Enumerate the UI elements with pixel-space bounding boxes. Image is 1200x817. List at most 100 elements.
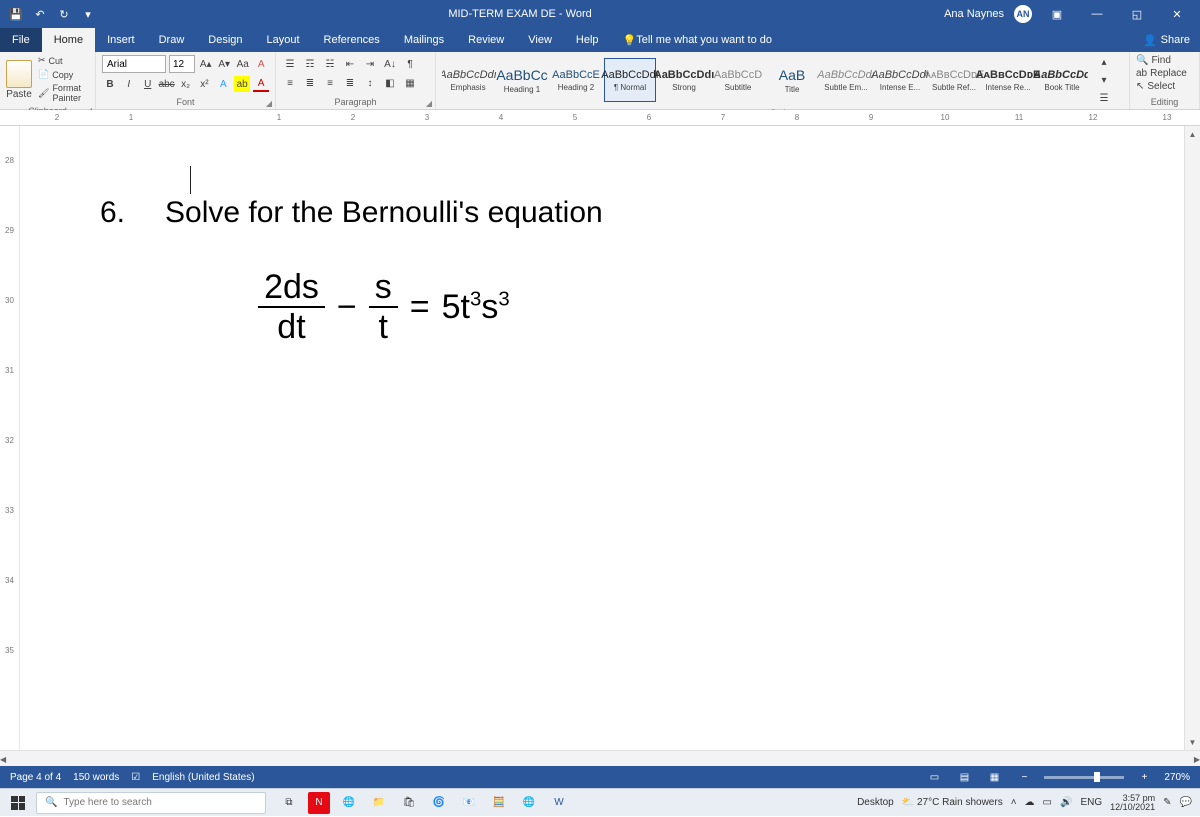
tab-mailings[interactable]: Mailings bbox=[392, 28, 456, 52]
styles-expand[interactable]: ☰ bbox=[1096, 90, 1112, 106]
redo-icon[interactable]: ↻ bbox=[56, 6, 72, 22]
taskbar-search[interactable]: 🔍 Type here to search bbox=[36, 792, 266, 814]
onedrive-icon[interactable]: ☁ bbox=[1025, 797, 1035, 808]
close-icon[interactable]: ✕ bbox=[1162, 0, 1192, 28]
highlight-button[interactable]: ab bbox=[234, 76, 250, 92]
tab-home[interactable]: Home bbox=[42, 28, 95, 52]
qat-customize-icon[interactable]: ▾ bbox=[80, 6, 96, 22]
ribbon-display-options-icon[interactable]: ▣ bbox=[1042, 0, 1072, 28]
taskbar-chrome-icon[interactable]: 🌐 bbox=[338, 792, 360, 814]
font-name-input[interactable] bbox=[102, 55, 166, 73]
vertical-scrollbar[interactable]: ▲ ▼ bbox=[1184, 126, 1200, 750]
taskbar-app-2[interactable]: 📧 bbox=[458, 792, 480, 814]
taskbar-edge-icon[interactable]: 🌀 bbox=[428, 792, 450, 814]
spellcheck-icon[interactable]: ☑ bbox=[131, 772, 140, 783]
grow-font-button[interactable]: A▴ bbox=[198, 56, 214, 72]
notifications-icon[interactable]: 💬 bbox=[1180, 797, 1192, 808]
tab-file[interactable]: File bbox=[0, 28, 42, 52]
taskbar-store-icon[interactable]: 🛍 bbox=[398, 792, 420, 814]
borders-button[interactable]: ▦ bbox=[402, 75, 418, 91]
decrease-indent-button[interactable]: ⇤ bbox=[342, 56, 358, 72]
style-subtitle[interactable]: AaBbCcDSubtitle bbox=[712, 58, 764, 102]
web-layout-button[interactable]: ▦ bbox=[984, 768, 1004, 786]
text-effects-button[interactable]: A bbox=[215, 76, 231, 92]
zoom-out-button[interactable]: − bbox=[1014, 768, 1034, 786]
task-view-button[interactable]: ⧉ bbox=[278, 792, 300, 814]
clear-formatting-button[interactable]: A bbox=[254, 56, 270, 72]
superscript-button[interactable]: x² bbox=[197, 76, 213, 92]
print-layout-button[interactable]: ▤ bbox=[954, 768, 974, 786]
style-title[interactable]: AaBTitle bbox=[766, 58, 818, 102]
justify-button[interactable]: ≣ bbox=[342, 75, 358, 91]
show-paragraph-marks-button[interactable]: ¶ bbox=[402, 56, 418, 72]
taskbar-app-1[interactable]: N bbox=[308, 792, 330, 814]
shading-button[interactable]: ◧ bbox=[382, 75, 398, 91]
style-book-title[interactable]: AaBbCcDdBook Title bbox=[1036, 58, 1088, 102]
sort-button[interactable]: A↓ bbox=[382, 56, 398, 72]
style-heading-2[interactable]: AaBbCcEHeading 2 bbox=[550, 58, 602, 102]
tab-help[interactable]: Help bbox=[564, 28, 611, 52]
style-subtle-ref-[interactable]: AᴀBʙCᴄDᴅESubtle Ref... bbox=[928, 58, 980, 102]
style--normal[interactable]: AaBbCcDdı¶ Normal bbox=[604, 58, 656, 102]
shrink-font-button[interactable]: A▾ bbox=[217, 56, 233, 72]
taskbar-chrome2-icon[interactable]: 🌐 bbox=[518, 792, 540, 814]
share-button[interactable]: 👤Share bbox=[1133, 28, 1200, 52]
tab-review[interactable]: Review bbox=[456, 28, 516, 52]
tab-design[interactable]: Design bbox=[196, 28, 254, 52]
zoom-level[interactable]: 270% bbox=[1164, 772, 1190, 783]
tab-view[interactable]: View bbox=[516, 28, 564, 52]
align-center-button[interactable]: ≣ bbox=[302, 75, 318, 91]
scroll-right-icon[interactable]: ▶ bbox=[1194, 751, 1200, 767]
horizontal-scrollbar[interactable]: ◀ ▶ bbox=[0, 750, 1200, 766]
scroll-down-icon[interactable]: ▼ bbox=[1185, 734, 1200, 750]
undo-icon[interactable]: ↶ bbox=[32, 6, 48, 22]
font-size-input[interactable] bbox=[169, 55, 195, 73]
start-button[interactable] bbox=[0, 789, 36, 817]
format-painter-button[interactable]: 🖌Format Painter bbox=[36, 82, 89, 104]
copy-button[interactable]: 📄Copy bbox=[36, 68, 89, 81]
weather-widget[interactable]: ⛅ 27°C Rain showers bbox=[902, 797, 1003, 808]
find-button[interactable]: 🔍Find bbox=[1136, 55, 1187, 66]
underline-button[interactable]: U bbox=[140, 76, 156, 92]
user-avatar[interactable]: AN bbox=[1014, 5, 1032, 23]
horizontal-ruler[interactable]: 211234567891011121314 bbox=[0, 110, 1200, 126]
replace-button[interactable]: abReplace bbox=[1136, 68, 1187, 79]
multilevel-list-button[interactable]: ☵ bbox=[322, 56, 338, 72]
zoom-slider[interactable] bbox=[1044, 776, 1124, 779]
increase-indent-button[interactable]: ⇥ bbox=[362, 56, 378, 72]
language-tray[interactable]: ENG bbox=[1080, 797, 1102, 808]
change-case-button[interactable]: Aa bbox=[235, 56, 251, 72]
line-spacing-button[interactable]: ↕ bbox=[362, 75, 378, 91]
page-indicator[interactable]: Page 4 of 4 bbox=[10, 772, 61, 783]
volume-icon[interactable]: 🔊 bbox=[1060, 797, 1072, 808]
style-intense-re-[interactable]: AᴀBʙCᴄDᴅEIntense Re... bbox=[982, 58, 1034, 102]
vertical-ruler[interactable]: 2829303132333435 bbox=[0, 126, 20, 750]
styles-scroll-down[interactable]: ▾ bbox=[1096, 72, 1112, 88]
numbering-button[interactable]: ☶ bbox=[302, 56, 318, 72]
word-count[interactable]: 150 words bbox=[73, 772, 119, 783]
align-left-button[interactable]: ≡ bbox=[282, 75, 298, 91]
taskbar-clock[interactable]: 3:57 pm 12/10/2021 bbox=[1110, 794, 1155, 812]
tab-insert[interactable]: Insert bbox=[95, 28, 147, 52]
styles-scroll-up[interactable]: ▴ bbox=[1096, 54, 1112, 70]
align-right-button[interactable]: ≡ bbox=[322, 75, 338, 91]
style-subtle-em-[interactable]: AaBbCcDdıSubtle Em... bbox=[820, 58, 872, 102]
cut-button[interactable]: ✂Cut bbox=[36, 54, 89, 67]
bold-button[interactable]: B bbox=[102, 76, 118, 92]
style-strong[interactable]: AaBbCcDdıStrong bbox=[658, 58, 710, 102]
battery-icon[interactable]: ▭ bbox=[1043, 797, 1052, 808]
select-button[interactable]: ↖Select bbox=[1136, 81, 1187, 92]
tell-me-search[interactable]: 💡 Tell me what you want to do bbox=[611, 28, 784, 52]
desktop-label[interactable]: Desktop bbox=[857, 797, 894, 808]
taskbar-explorer-icon[interactable]: 📁 bbox=[368, 792, 390, 814]
maximize-icon[interactable]: ◱ bbox=[1122, 0, 1152, 28]
user-name[interactable]: Ana Naynes bbox=[944, 8, 1004, 20]
font-color-button[interactable]: A bbox=[253, 76, 269, 92]
tab-layout[interactable]: Layout bbox=[255, 28, 312, 52]
minimize-icon[interactable]: — bbox=[1082, 0, 1112, 28]
tab-references[interactable]: References bbox=[312, 28, 392, 52]
paste-button[interactable]: Paste bbox=[6, 58, 32, 100]
taskbar-word-icon[interactable]: W bbox=[548, 792, 570, 814]
subscript-button[interactable]: x₂ bbox=[178, 76, 194, 92]
strikethrough-button[interactable]: abc bbox=[159, 76, 175, 92]
